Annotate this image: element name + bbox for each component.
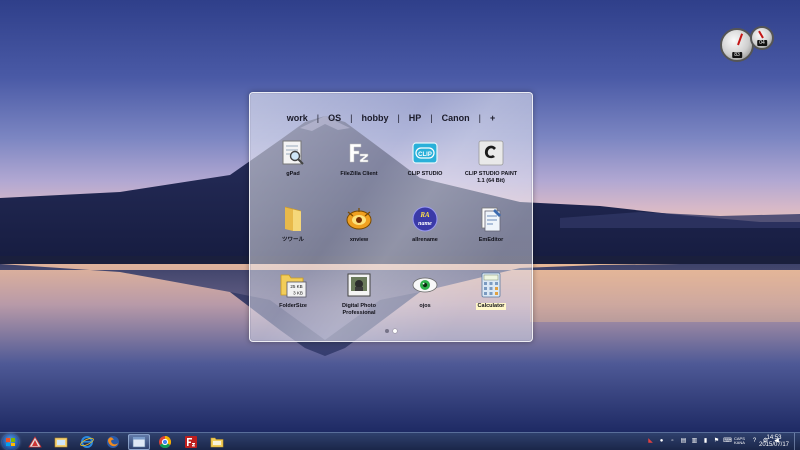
app-tile-ojos[interactable]: ojos — [392, 271, 458, 333]
clip-studio-icon: CLIP — [411, 139, 439, 167]
digital-photo-professional-icon — [345, 271, 373, 299]
input-tray-icon[interactable]: ⌨ — [723, 436, 732, 445]
app-tile-allrename[interactable]: RA name allrename — [392, 205, 458, 267]
taskbar-firefox-button[interactable] — [102, 434, 124, 450]
filezilla-icon — [185, 436, 197, 448]
tab-os[interactable]: OS — [319, 113, 350, 123]
app-label: Calculator — [475, 303, 507, 310]
app-label: CLIP STUDIO PAINT 1.1 (64 Bit) — [464, 171, 518, 184]
clip-studio-paint-icon — [477, 139, 505, 167]
taskbar-clock[interactable]: 14:53 2015/07/17 — [757, 435, 791, 449]
app-launcher-panel: work | OS | hobby | HP | Canon | + gPad … — [249, 92, 533, 342]
start-button[interactable] — [2, 434, 19, 450]
tab-hobby[interactable]: hobby — [352, 113, 397, 123]
cpu-readout: 83 — [732, 52, 742, 58]
app-label: FolderSize — [279, 303, 307, 309]
windows-logo-icon — [6, 438, 15, 446]
app-tile-clip-studio[interactable]: CLIP CLIP STUDIO — [392, 139, 458, 201]
internet-explorer-icon — [80, 436, 94, 448]
gpad-icon — [279, 139, 307, 167]
tab-work[interactable]: work — [278, 113, 317, 123]
app-label: FileZilla Client — [340, 171, 378, 177]
app-label: Digital Photo Professional — [342, 303, 376, 316]
app-label: CLIP STUDIO — [407, 171, 443, 177]
gauge-needle — [737, 33, 744, 46]
battery-tray-icon[interactable]: ▮ — [701, 436, 710, 445]
app-tile-folder[interactable]: ツワール — [260, 205, 326, 267]
window-app-icon — [132, 436, 146, 448]
clock-time: 14:53 — [766, 435, 782, 441]
ojos-icon — [411, 271, 439, 299]
network-tray-icon[interactable]: ▥ — [690, 436, 699, 445]
app-pyramid-icon — [28, 436, 42, 448]
app-label: gPad — [286, 171, 300, 177]
allrename-icon-text: RA — [419, 211, 430, 219]
taskbar-chrome-button[interactable] — [154, 434, 176, 450]
page-dot-2[interactable] — [393, 329, 397, 333]
emeditor-icon — [477, 205, 505, 233]
app-tile-filezilla[interactable]: FileZilla Client — [326, 139, 392, 201]
app-tile-calculator[interactable]: Calculator — [458, 271, 524, 333]
cpu-gauge-icon: 83 — [720, 28, 754, 62]
memory-readout: 04 — [757, 40, 767, 46]
page-indicator — [250, 329, 532, 333]
taskbar-ie-button[interactable] — [76, 434, 98, 450]
explorer-icon — [54, 437, 68, 448]
app-tile-digital-photo-professional[interactable]: Digital Photo Professional — [326, 271, 392, 333]
app-label: xnview — [349, 237, 369, 243]
filezilla-icon — [345, 139, 373, 167]
app-label: ツワール — [281, 237, 304, 243]
folder-icon — [210, 437, 224, 448]
foldersize-icon: 25 KB 3 KB — [279, 271, 307, 299]
taskbar-explorer-button[interactable] — [50, 434, 72, 450]
size-icon-text: 25 KB — [290, 284, 302, 289]
add-tab-button[interactable]: + — [481, 113, 504, 123]
app-label: allrename — [412, 237, 438, 243]
page-dot-1[interactable] — [385, 329, 389, 333]
app-tile-xnview[interactable]: xnview — [326, 205, 392, 267]
tab-canon[interactable]: Canon — [433, 113, 479, 123]
allrename-icon-text: name — [418, 221, 432, 227]
clock-date: 2015/07/17 — [758, 442, 790, 448]
app-label: EmEditor — [478, 237, 504, 243]
calculator-icon — [477, 271, 505, 299]
tab-hp[interactable]: HP — [400, 113, 431, 123]
show-desktop-button[interactable] — [794, 433, 800, 450]
taskbar-explorer-app-button[interactable] — [24, 434, 46, 450]
taskbar-folder-button[interactable] — [206, 434, 228, 450]
app-tile-gpad[interactable]: gPad — [260, 139, 326, 201]
folder-icon — [279, 205, 307, 233]
adobe-tray-icon[interactable]: ◣ — [646, 436, 655, 445]
size-icon-text: 3 KB — [293, 291, 303, 296]
allrename-icon: RA name — [411, 205, 439, 233]
window-tray-icon[interactable]: ▫ — [668, 436, 677, 445]
gauge-needle — [758, 30, 764, 39]
record-tray-icon[interactable]: ● — [657, 436, 666, 445]
xnview-icon — [345, 205, 373, 233]
memory-gauge-icon: 04 — [750, 26, 774, 50]
launcher-tab-bar: work | OS | hobby | HP | Canon | + — [250, 113, 532, 123]
app-tile-emeditor[interactable]: EmEditor — [458, 205, 524, 267]
taskbar-filezilla-button[interactable] — [180, 434, 202, 450]
taskbar-window-app-button[interactable] — [128, 434, 150, 450]
app-tile-clip-studio-paint[interactable]: CLIP STUDIO PAINT 1.1 (64 Bit) — [458, 139, 524, 201]
flag-tray-icon[interactable]: ⚑ — [712, 436, 721, 445]
app-label: ojos — [419, 303, 431, 309]
system-meter-gadget[interactable]: 83 04 — [720, 26, 776, 66]
taskbar: ◣ ● ▫ ▤ ▥ ▮ ⚑ ⌨ CAPS KANA ? ⚙ ◀ 14:53 20… — [0, 432, 800, 450]
clip-icon-text: CLIP — [418, 152, 432, 158]
firefox-icon — [107, 436, 119, 448]
display-tray-icon[interactable]: ▤ — [679, 436, 688, 445]
app-tile-foldersize[interactable]: 25 KB 3 KB FolderSize — [260, 271, 326, 333]
chrome-icon — [159, 436, 172, 449]
ime-indicator[interactable]: CAPS KANA — [734, 436, 748, 445]
